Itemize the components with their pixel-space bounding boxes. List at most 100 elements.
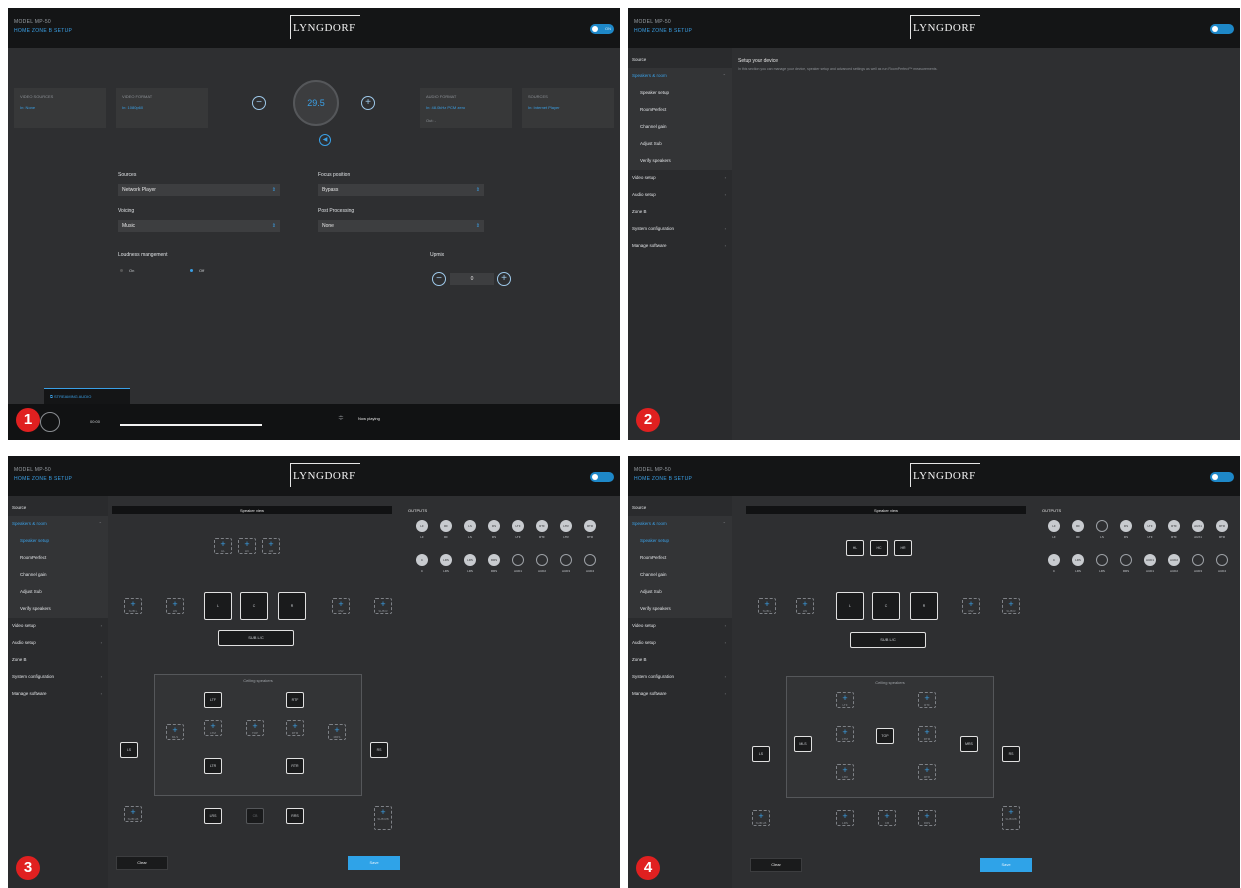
output-dot-aud2[interactable]: AUD2 xyxy=(1168,554,1180,566)
sources-select[interactable]: Network Player ⇕ xyxy=(118,184,280,196)
clear-button[interactable]: Clear xyxy=(750,858,802,872)
sidebar-item-video-setup[interactable]: Video setup › xyxy=(628,170,732,187)
speaker-ltr[interactable]: LTR xyxy=(204,758,222,774)
output-dot-lrs[interactable]: LRS xyxy=(440,554,452,566)
sidebar-item-source[interactable]: Source xyxy=(628,52,732,69)
output-dot-rf[interactable]: RF xyxy=(440,520,452,532)
sidebar-item-verify[interactable]: Verify speakers xyxy=(628,153,732,170)
add-sub-r-speaker[interactable]: + SUB R xyxy=(1002,598,1020,614)
sidebar-item-channel-gain[interactable]: Channel gain xyxy=(8,567,108,584)
add-cb-speaker[interactable]: + CB xyxy=(878,810,896,826)
add-mrs-speaker[interactable]: + MRS xyxy=(328,724,346,740)
save-button[interactable]: Save xyxy=(348,856,400,870)
clear-button[interactable]: Clear xyxy=(116,856,168,870)
speaker-l[interactable]: L xyxy=(836,592,864,620)
speaker-l[interactable]: L xyxy=(204,592,232,620)
upmix-up-button[interactable]: + xyxy=(497,272,511,286)
output-dot-ls[interactable]: ✓ xyxy=(1096,520,1108,532)
output-dot-c[interactable]: C xyxy=(416,554,428,566)
output-dot-rrs[interactable]: RRS xyxy=(488,554,500,566)
speaker-r[interactable]: R xyxy=(910,592,938,620)
sidebar-item-manage-software[interactable]: Manage software › xyxy=(8,686,108,703)
breadcrumb[interactable]: HOME ZONE B SETUP xyxy=(14,476,72,482)
add-sub-rb-speaker[interactable]: + SUB RB xyxy=(1002,806,1020,830)
output-dot-rs[interactable]: RS xyxy=(488,520,500,532)
volume-up-button[interactable]: + xyxy=(361,96,375,110)
output-dot-rtr[interactable]: RTR xyxy=(1216,520,1228,532)
output-dot-aud3[interactable]: ✓ xyxy=(560,554,572,566)
speaker-mrs[interactable]: MRS xyxy=(960,736,978,752)
sidebar-item-manage-software[interactable]: Manage software › xyxy=(628,238,732,255)
output-dot-rtr[interactable]: RTR xyxy=(584,520,596,532)
output-dot-ltf[interactable]: LTF xyxy=(1144,520,1156,532)
sidebar-item-adjust-sub[interactable]: Adjust Sub xyxy=(628,136,732,153)
speaker-rrs[interactable]: RRS xyxy=(286,808,304,824)
output-dot-ltr[interactable]: LTR xyxy=(560,520,572,532)
output-dot-aud4[interactable]: ✓ xyxy=(1216,554,1228,566)
sidebar-item-system-config[interactable]: System configuration › xyxy=(628,221,732,238)
speaker-rs[interactable]: RS xyxy=(1002,746,1020,762)
add-rtm-speaker[interactable]: + RTM xyxy=(286,720,304,736)
add-rw-speaker[interactable]: + RW xyxy=(332,598,350,614)
add-lrs-speaker[interactable]: + LRS xyxy=(836,810,854,826)
sidebar-item-speakers-room[interactable]: Speakers & room ⌃ xyxy=(628,68,732,85)
speaker-hl[interactable]: HL xyxy=(846,540,864,556)
sidebar-item-video-setup[interactable]: Video setup › xyxy=(8,618,108,635)
power-toggle[interactable] xyxy=(1210,24,1234,34)
sidebar-item-verify[interactable]: Verify speakers xyxy=(628,601,732,618)
sidebar-item-source[interactable]: Source xyxy=(8,500,108,517)
add-ltr-speaker[interactable]: + LTR xyxy=(836,764,854,780)
add-top-speaker[interactable]: + TOP xyxy=(246,720,264,736)
add-sub-l-speaker[interactable]: + SUB L xyxy=(758,598,776,614)
speaker-rs[interactable]: RS xyxy=(370,742,388,758)
power-toggle[interactable] xyxy=(1210,472,1234,482)
sidebar-item-channel-gain[interactable]: Channel gain xyxy=(628,119,732,136)
output-dot-aud2[interactable]: ✓ xyxy=(536,554,548,566)
volume-down-button[interactable]: − xyxy=(252,96,266,110)
sidebar-item-zone-b[interactable]: Zone B xyxy=(8,652,108,669)
sidebar-item-video-setup[interactable]: Video setup › xyxy=(628,618,732,635)
subwoofer-lc[interactable]: SUB L/C xyxy=(218,630,294,646)
add-sub-lb-speaker[interactable]: + SUB LB xyxy=(752,810,770,826)
sidebar-item-system-config[interactable]: System configuration › xyxy=(8,669,108,686)
voicing-select[interactable]: Music ⇕ xyxy=(118,220,280,232)
add-ltf-speaker[interactable]: + LTF xyxy=(836,692,854,708)
output-dot-aud1[interactable]: ✓ xyxy=(512,554,524,566)
sidebar-item-speakers-room[interactable]: Speakers & room ⌃ xyxy=(628,516,732,533)
subwoofer-lc[interactable]: SUB L/C xyxy=(850,632,926,648)
sidebar-item-zone-b[interactable]: Zone B xyxy=(628,204,732,221)
output-dot-aud3[interactable]: ✓ xyxy=(1192,554,1204,566)
output-dot-lf[interactable]: LF xyxy=(1048,520,1060,532)
add-rrs-speaker[interactable]: + RRS xyxy=(918,810,936,826)
add-sub-rb-speaker[interactable]: + SUB RB xyxy=(374,806,392,830)
speaker-top[interactable]: TOP xyxy=(876,728,894,744)
speaker-rtr[interactable]: RTR xyxy=(286,758,304,774)
volume-knob[interactable]: 29.5 xyxy=(293,80,339,126)
speaker-ls[interactable]: LS xyxy=(752,746,770,762)
sidebar-item-audio-setup[interactable]: Audio setup › xyxy=(628,187,732,204)
output-dot-ltf[interactable]: LTF xyxy=(512,520,524,532)
output-dot-lrs[interactable]: ✓ xyxy=(1096,554,1108,566)
output-dot-rrs[interactable]: ✓ xyxy=(1120,554,1132,566)
sidebar-item-channel-gain[interactable]: Channel gain xyxy=(628,567,732,584)
add-lw-speaker[interactable]: + LW xyxy=(796,598,814,614)
output-dot-aux1[interactable]: AUX1 xyxy=(1192,520,1204,532)
output-dot-rs[interactable]: RS xyxy=(1120,520,1132,532)
loudness-on-radio[interactable]: On xyxy=(120,268,134,273)
add-ltm-speaker[interactable]: + LTM xyxy=(204,720,222,736)
speaker-cb[interactable]: CB xyxy=(246,808,264,824)
sidebar-item-roomperfect[interactable]: RoomPerfect xyxy=(628,102,732,119)
sidebar-item-system-config[interactable]: System configuration › xyxy=(628,669,732,686)
output-dot-lf[interactable]: LF xyxy=(416,520,428,532)
breadcrumb[interactable]: HOME ZONE B SETUP xyxy=(634,28,692,34)
add-rw-speaker[interactable]: + RW xyxy=(962,598,980,614)
output-dot-c[interactable]: C xyxy=(1048,554,1060,566)
add-ltm-speaker[interactable]: + LTM xyxy=(836,726,854,742)
add-mls-speaker[interactable]: + MLS xyxy=(166,724,184,740)
sidebar-item-adjust-sub[interactable]: Adjust Sub xyxy=(628,584,732,601)
add-sub-l-speaker[interactable]: + SUB L xyxy=(124,598,142,614)
add-rtm-speaker[interactable]: + RTM xyxy=(918,726,936,742)
add-hc-speaker[interactable]: + HC xyxy=(238,538,256,554)
progress-bar[interactable] xyxy=(120,424,262,426)
breadcrumb[interactable]: HOME ZONE B SETUP xyxy=(634,476,692,482)
